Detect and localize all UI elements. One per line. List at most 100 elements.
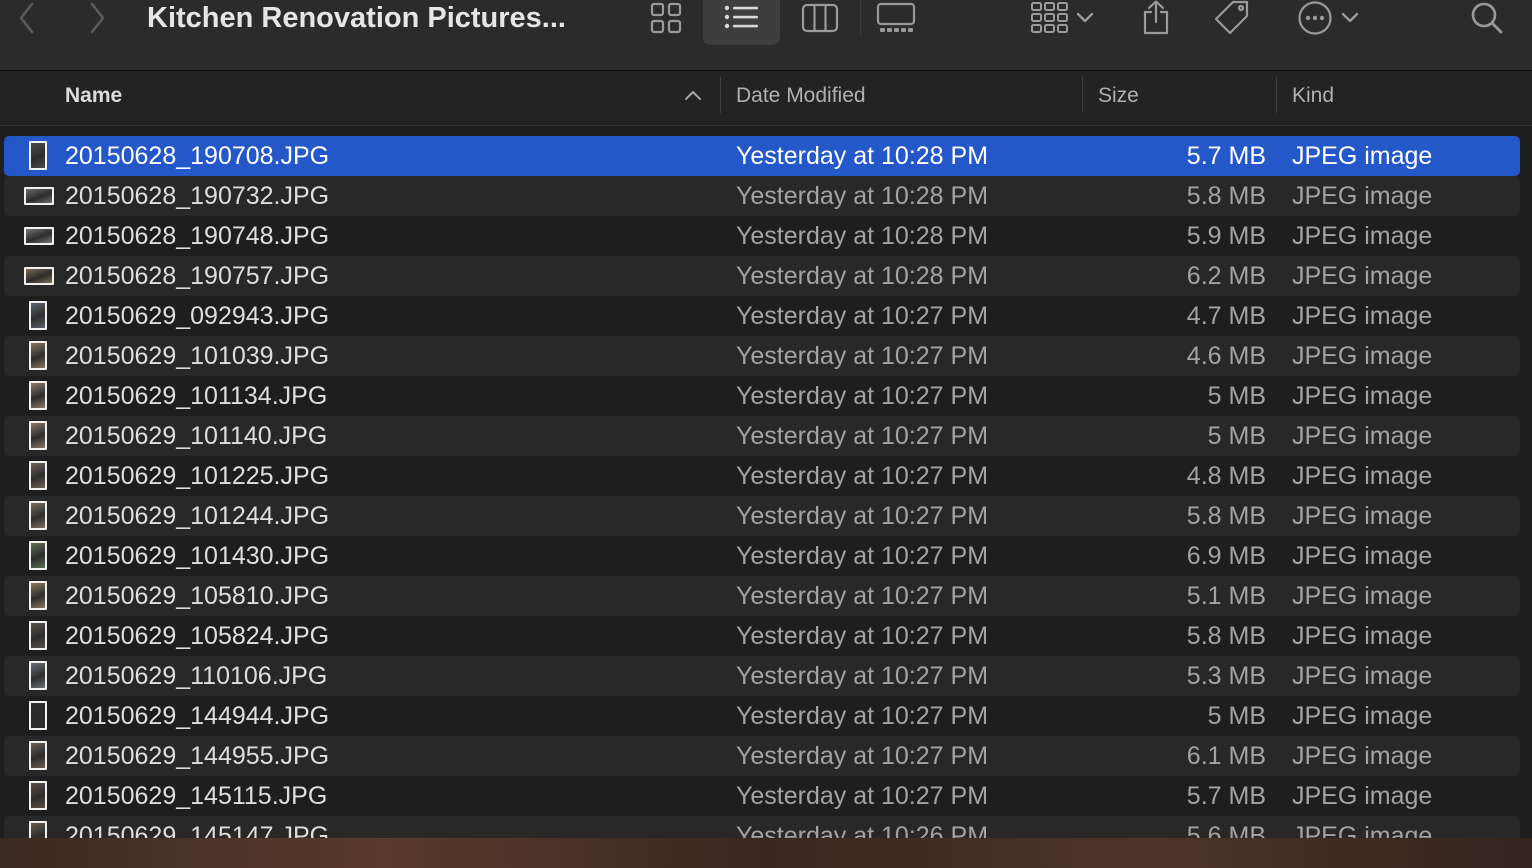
- toolbar: Kitchen Renovation Pictures...: [0, 0, 1532, 71]
- file-name: 20150629_144955.JPG: [65, 742, 330, 770]
- file-size: 5 MB: [1207, 422, 1266, 450]
- column-header-kind[interactable]: Kind: [1292, 71, 1334, 125]
- column-header-date-modified[interactable]: Date Modified: [736, 71, 866, 125]
- columns-icon: [801, 3, 839, 33]
- file-kind: JPEG image: [1292, 342, 1433, 370]
- file-date-modified: Yesterday at 10:27 PM: [736, 742, 989, 770]
- file-size: 5 MB: [1207, 382, 1266, 410]
- file-row[interactable]: 20150629_101225.JPG Yesterday at 10:27 PM…: [0, 456, 1532, 496]
- file-name: 20150629_105810.JPG: [65, 582, 330, 610]
- jpeg-thumbnail-icon: [29, 381, 47, 410]
- desktop-background: [0, 838, 1532, 868]
- file-size: 5.9 MB: [1186, 222, 1266, 250]
- file-name: 20150629_101039.JPG: [65, 342, 330, 370]
- file-date-modified: Yesterday at 10:26 PM: [736, 822, 989, 838]
- file-row[interactable]: 20150629_145147.JPG Yesterday at 10:26 PM…: [0, 816, 1532, 838]
- file-kind: JPEG image: [1292, 262, 1433, 290]
- share-button[interactable]: [1136, 0, 1176, 36]
- file-name: 20150629_105824.JPG: [65, 622, 330, 650]
- jpeg-thumbnail-icon: [29, 741, 47, 770]
- jpeg-thumbnail-icon: [29, 701, 47, 730]
- jpeg-thumbnail-icon: [29, 621, 47, 650]
- more-actions-button[interactable]: [1292, 0, 1364, 36]
- file-row[interactable]: 20150629_101244.JPG Yesterday at 10:27 PM…: [0, 496, 1532, 536]
- file-row[interactable]: 20150628_190757.JPG Yesterday at 10:28 PM…: [0, 256, 1532, 296]
- file-size: 5.7 MB: [1186, 782, 1266, 810]
- file-row[interactable]: 20150629_101134.JPG Yesterday at 10:27 PM…: [0, 376, 1532, 416]
- grid-icon: [650, 2, 682, 34]
- file-row[interactable]: 20150628_190748.JPG Yesterday at 10:28 PM…: [0, 216, 1532, 256]
- file-size: 5.3 MB: [1186, 662, 1266, 690]
- file-size: 5.1 MB: [1186, 582, 1266, 610]
- file-row[interactable]: 20150629_105810.JPG Yesterday at 10:27 PM…: [0, 576, 1532, 616]
- jpeg-thumbnail-icon: [29, 301, 47, 330]
- jpeg-thumbnail-icon: [24, 227, 54, 245]
- file-name: 20150629_101244.JPG: [65, 502, 330, 530]
- search-button[interactable]: [1465, 0, 1509, 36]
- file-size: 6.9 MB: [1186, 542, 1266, 570]
- search-icon: [1471, 2, 1503, 34]
- file-kind: JPEG image: [1292, 662, 1433, 690]
- file-date-modified: Yesterday at 10:27 PM: [736, 782, 989, 810]
- file-size: 5.7 MB: [1186, 142, 1266, 170]
- column-header-name[interactable]: Name: [65, 71, 122, 125]
- finder-window: Kitchen Renovation Pictures... Name Date…: [0, 0, 1532, 838]
- jpeg-thumbnail-icon: [29, 141, 47, 170]
- column-divider[interactable]: [720, 77, 721, 113]
- file-row[interactable]: 20150629_110106.JPG Yesterday at 10:27 PM…: [0, 656, 1532, 696]
- window-title: Kitchen Renovation Pictures...: [147, 2, 566, 34]
- file-row[interactable]: 20150629_144955.JPG Yesterday at 10:27 PM…: [0, 736, 1532, 776]
- file-row[interactable]: 20150629_101039.JPG Yesterday at 10:27 PM…: [0, 336, 1532, 376]
- file-date-modified: Yesterday at 10:27 PM: [736, 422, 989, 450]
- file-date-modified: Yesterday at 10:28 PM: [736, 142, 989, 170]
- column-divider[interactable]: [1276, 77, 1277, 113]
- file-date-modified: Yesterday at 10:27 PM: [736, 662, 989, 690]
- file-row[interactable]: 20150629_092943.JPG Yesterday at 10:27 PM…: [0, 296, 1532, 336]
- file-date-modified: Yesterday at 10:27 PM: [736, 342, 989, 370]
- file-date-modified: Yesterday at 10:27 PM: [736, 622, 989, 650]
- ellipsis-circle-icon: [1298, 1, 1332, 35]
- column-header-size[interactable]: Size: [1098, 71, 1139, 125]
- file-row[interactable]: 20150628_190708.JPG Yesterday at 10:28 PM…: [0, 136, 1532, 176]
- file-size: 4.8 MB: [1186, 462, 1266, 490]
- file-date-modified: Yesterday at 10:28 PM: [736, 222, 989, 250]
- file-row[interactable]: 20150629_145115.JPG Yesterday at 10:27 PM…: [0, 776, 1532, 816]
- chevron-down-icon: [1076, 12, 1094, 23]
- sort-ascending-icon: [685, 91, 701, 100]
- jpeg-thumbnail-icon: [29, 661, 47, 690]
- jpeg-thumbnail-icon: [29, 421, 47, 450]
- file-kind: JPEG image: [1292, 822, 1433, 838]
- file-date-modified: Yesterday at 10:27 PM: [736, 702, 989, 730]
- jpeg-thumbnail-icon: [29, 581, 47, 610]
- jpeg-thumbnail-icon: [29, 341, 47, 370]
- file-row[interactable]: 20150629_101430.JPG Yesterday at 10:27 PM…: [0, 536, 1532, 576]
- back-button[interactable]: [10, 0, 44, 36]
- file-row[interactable]: 20150629_101140.JPG Yesterday at 10:27 PM…: [0, 416, 1532, 456]
- file-date-modified: Yesterday at 10:27 PM: [736, 462, 989, 490]
- file-name: 20150629_101225.JPG: [65, 462, 330, 490]
- share-icon: [1143, 0, 1169, 35]
- tag-button[interactable]: [1208, 0, 1256, 36]
- file-name: 20150628_190757.JPG: [65, 262, 330, 290]
- forward-button[interactable]: [80, 0, 114, 36]
- column-divider[interactable]: [1082, 77, 1083, 113]
- list-view-button[interactable]: [703, 0, 780, 45]
- column-header: Name Date Modified Size Kind: [0, 71, 1532, 126]
- file-name: 20150628_190748.JPG: [65, 222, 330, 250]
- file-kind: JPEG image: [1292, 702, 1433, 730]
- file-kind: JPEG image: [1292, 422, 1433, 450]
- gallery-view-button[interactable]: [872, 0, 920, 36]
- file-kind: JPEG image: [1292, 382, 1433, 410]
- file-row[interactable]: 20150629_105824.JPG Yesterday at 10:27 PM…: [0, 616, 1532, 656]
- group-by-button[interactable]: [1022, 0, 1102, 36]
- file-name: 20150629_101140.JPG: [65, 422, 328, 450]
- column-view-button[interactable]: [797, 0, 843, 36]
- file-name: 20150629_092943.JPG: [65, 302, 330, 330]
- file-row[interactable]: 20150629_144944.JPG Yesterday at 10:27 PM…: [0, 696, 1532, 736]
- file-kind: JPEG image: [1292, 502, 1433, 530]
- icon-view-button[interactable]: [644, 0, 688, 36]
- file-kind: JPEG image: [1292, 462, 1433, 490]
- file-kind: JPEG image: [1292, 222, 1433, 250]
- file-size: 6.2 MB: [1186, 262, 1266, 290]
- file-row[interactable]: 20150628_190732.JPG Yesterday at 10:28 PM…: [0, 176, 1532, 216]
